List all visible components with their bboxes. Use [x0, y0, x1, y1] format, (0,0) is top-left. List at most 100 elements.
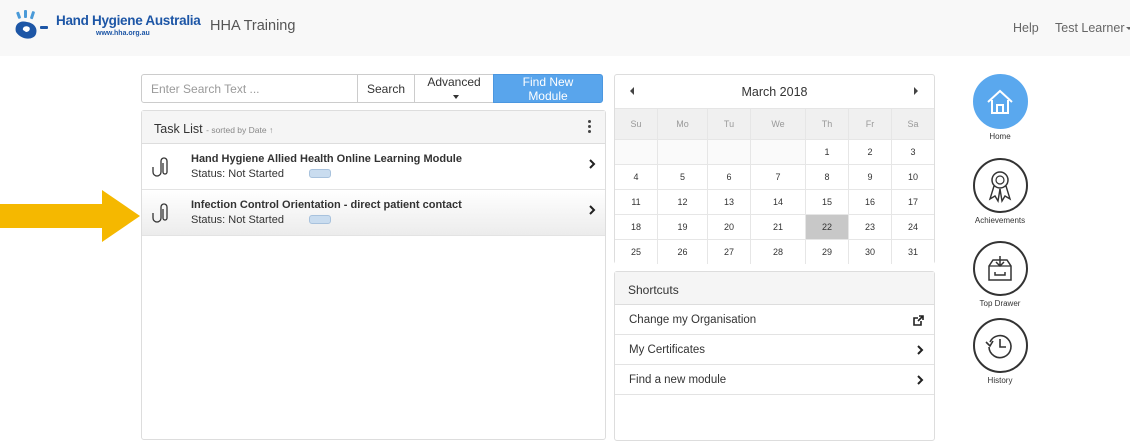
shortcuts-panel: Shortcuts Change my Organisation My Cert…: [614, 271, 935, 441]
find-new-module-button[interactable]: Find New Module: [493, 74, 603, 103]
calendar-day-today[interactable]: 22: [806, 214, 849, 239]
search-button[interactable]: Search: [357, 74, 415, 103]
weekday-label: Th: [806, 109, 849, 139]
calendar-day[interactable]: 13: [708, 189, 751, 214]
chevron-right-icon[interactable]: [588, 205, 596, 215]
calendar-day[interactable]: 31: [892, 239, 934, 264]
calendar-day[interactable]: 14: [751, 189, 806, 214]
weekday-label: Su: [615, 109, 658, 139]
task-list-header: Task List - sorted by Date ↑: [142, 111, 605, 144]
logo-url: www.hha.org.au: [96, 30, 150, 37]
top-navbar: Hand Hygiene Australia www.hha.org.au HH…: [0, 0, 1130, 56]
task-status: Status: Not Started: [191, 168, 284, 180]
calendar-day[interactable]: 27: [708, 239, 751, 264]
calendar-day[interactable]: 20: [708, 214, 751, 239]
app-title[interactable]: HHA Training: [210, 18, 295, 34]
shortcuts-title: Shortcuts: [615, 272, 934, 305]
history-icon: [985, 334, 1012, 358]
calendar-day[interactable]: 26: [658, 239, 708, 264]
external-link-icon: [913, 315, 924, 326]
chevron-right-icon: [917, 375, 924, 385]
calendar-day[interactable]: 4: [615, 164, 658, 189]
calendar-day[interactable]: 9: [849, 164, 892, 189]
calendar-day[interactable]: 28: [751, 239, 806, 264]
task-list-title-text: Task List: [154, 122, 203, 136]
sidebar-item-top-drawer[interactable]: Top Drawer: [970, 241, 1030, 308]
sidebar-label: History: [987, 376, 1013, 385]
calendar-day[interactable]: 11: [615, 189, 658, 214]
user-menu[interactable]: Test Learner: [1055, 21, 1130, 35]
sidebar-label: Top Drawer: [979, 299, 1021, 308]
sort-note[interactable]: - sorted by Date ↑: [206, 125, 273, 135]
calendar-header: March 2018: [615, 75, 934, 109]
calendar-day[interactable]: 29: [806, 239, 849, 264]
next-month-icon[interactable]: [914, 87, 918, 95]
weekday-label: We: [751, 109, 806, 139]
task-item[interactable]: Infection Control Orientation - direct p…: [142, 190, 605, 236]
caret-down-icon: [452, 94, 459, 99]
achievements-button[interactable]: [972, 158, 1028, 213]
search-input[interactable]: [141, 74, 358, 103]
task-list-title: Task List - sorted by Date ↑: [154, 122, 273, 136]
task-list-panel: Task List - sorted by Date ↑ Hand Hygien…: [141, 110, 606, 440]
sidebar-item-achievements[interactable]: Achievements: [970, 158, 1030, 225]
weekday-label: Sa: [892, 109, 934, 139]
history-button[interactable]: [972, 318, 1028, 373]
calendar-day[interactable]: 17: [892, 189, 934, 214]
top-drawer-button[interactable]: [972, 241, 1028, 296]
shortcut-label: Change my Organisation: [629, 314, 757, 326]
home-button[interactable]: [972, 74, 1028, 129]
home-icon: [987, 89, 1013, 114]
calendar-day[interactable]: 6: [708, 164, 751, 189]
weekday-label: Fr: [849, 109, 892, 139]
task-title: Infection Control Orientation - direct p…: [191, 199, 462, 211]
calendar-day[interactable]: 5: [658, 164, 708, 189]
calendar-day[interactable]: 16: [849, 189, 892, 214]
hha-logo[interactable]: Hand Hygiene Australia www.hha.org.au: [10, 8, 201, 48]
calendar-empty-cell: [658, 139, 708, 164]
paperclip-icon: [152, 157, 168, 177]
advanced-button[interactable]: Advanced: [414, 74, 494, 103]
kebab-menu-icon[interactable]: [588, 120, 592, 134]
shortcut-label: Find a new module: [629, 374, 727, 386]
ribbon-icon: [988, 170, 1012, 203]
calendar-day[interactable]: 21: [751, 214, 806, 239]
shortcut-find-module[interactable]: Find a new module: [615, 365, 934, 395]
sidebar-label: Achievements: [974, 216, 1026, 225]
user-name: Test Learner: [1055, 21, 1125, 35]
calendar-day[interactable]: 10: [892, 164, 934, 189]
calendar-day[interactable]: 3: [892, 139, 934, 164]
calendar-day[interactable]: 23: [849, 214, 892, 239]
calendar-empty-cell: [708, 139, 751, 164]
task-item[interactable]: Hand Hygiene Allied Health Online Learni…: [142, 144, 605, 190]
calendar-day[interactable]: 1: [806, 139, 849, 164]
shortcut-my-certificates[interactable]: My Certificates: [615, 335, 934, 365]
status-badge: [309, 215, 331, 224]
calendar-day[interactable]: 8: [806, 164, 849, 189]
calendar-day[interactable]: 2: [849, 139, 892, 164]
calendar-day[interactable]: 7: [751, 164, 806, 189]
calendar-day[interactable]: 12: [658, 189, 708, 214]
calendar-week: 11 12 13 14 15 16 17: [615, 189, 934, 214]
status-badge: [309, 169, 331, 178]
calendar-day[interactable]: 15: [806, 189, 849, 214]
help-link[interactable]: Help: [1013, 21, 1039, 35]
calendar-month[interactable]: March 2018: [615, 85, 934, 99]
calendar-day[interactable]: 24: [892, 214, 934, 239]
calendar-day[interactable]: 25: [615, 239, 658, 264]
task-title: Hand Hygiene Allied Health Online Learni…: [191, 153, 462, 165]
calendar-day[interactable]: 19: [658, 214, 708, 239]
weekday-label: Mo: [658, 109, 708, 139]
calendar-day[interactable]: 18: [615, 214, 658, 239]
calendar: March 2018 Su Mo Tu We Th Fr Sa 12345678…: [614, 74, 935, 264]
caret-down-icon: [1126, 27, 1130, 31]
sidebar-label: Home: [989, 132, 1011, 141]
sidebar-item-home[interactable]: Home: [970, 74, 1030, 141]
shortcut-change-organisation[interactable]: Change my Organisation: [615, 305, 934, 335]
calendar-empty-cell: [615, 139, 658, 164]
sidebar-item-history[interactable]: History: [970, 318, 1030, 385]
calendar-day[interactable]: 30: [849, 239, 892, 264]
task-status: Status: Not Started: [191, 214, 284, 226]
search-bar: Search Advanced Find New Module: [141, 74, 603, 103]
chevron-right-icon[interactable]: [588, 159, 596, 169]
